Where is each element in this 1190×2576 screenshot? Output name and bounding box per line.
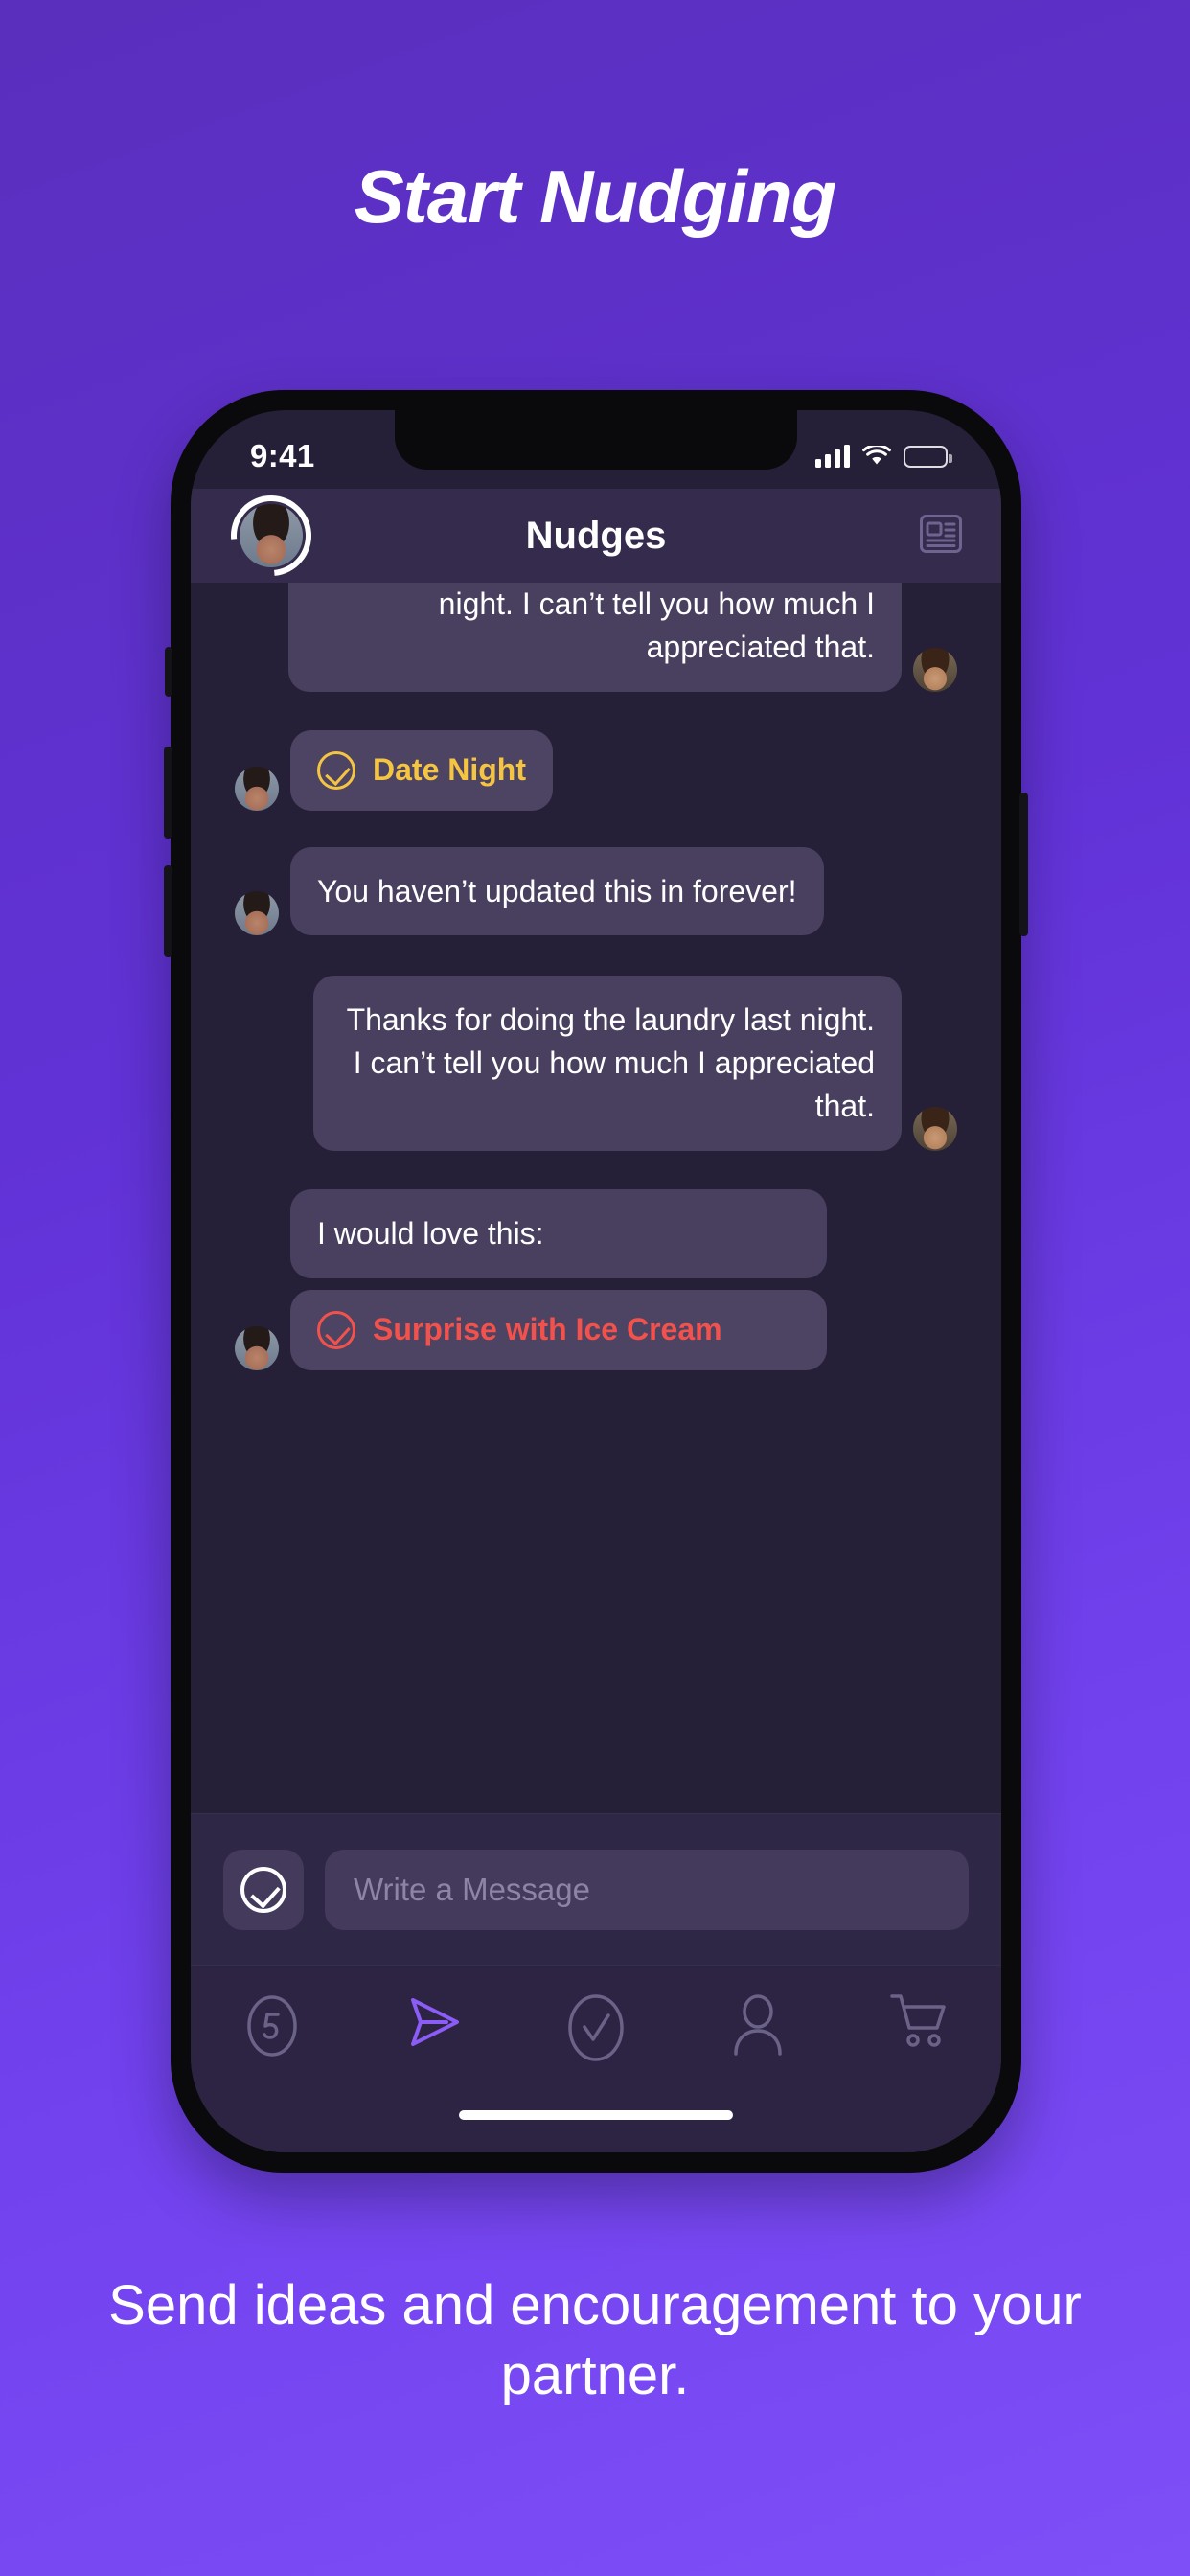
battery-full-icon (904, 445, 952, 468)
tab-nudges[interactable] (538, 1990, 653, 2065)
tab-store[interactable] (862, 1990, 977, 2052)
bottom-tab-bar (191, 1965, 1001, 2152)
page-title: Nudges (525, 514, 667, 557)
tab-profile[interactable] (700, 1990, 815, 2058)
message-input[interactable]: Write a Message (325, 1849, 969, 1930)
app-navbar: Nudges (191, 478, 1001, 593)
volume-down-button (164, 865, 172, 957)
cellular-bars-icon (815, 445, 850, 468)
status-bar: 9:41 (191, 410, 1001, 489)
check-circle-icon (240, 1866, 286, 1913)
add-nudge-button[interactable] (223, 1849, 304, 1930)
message-bubble[interactable]: You haven’t updated this in forever! (290, 846, 824, 936)
wifi-icon (862, 445, 891, 464)
table-row: You haven’t updated this in forever! (191, 846, 1001, 936)
message-bubble[interactable]: Thanks for doing the laundry last night.… (313, 976, 902, 1151)
status-icons (815, 445, 952, 468)
table-row: I would love this: (191, 1188, 1001, 1278)
table-row: night. I can’t tell you how much I appre… (191, 583, 1001, 692)
avatar (913, 647, 957, 692)
volume-up-button (164, 747, 172, 839)
tab-countdown[interactable] (215, 1990, 330, 2061)
nudge-bubble[interactable]: Surprise with Ice Cream (290, 1289, 827, 1370)
nudge-label: Date Night (373, 752, 526, 788)
phone-mockup: 9:41 Nudges night. I can’t tell you how … (164, 390, 1028, 2173)
silence-switch (165, 647, 172, 697)
avatar (235, 1325, 279, 1370)
message-bubble[interactable]: night. I can’t tell you how much I appre… (288, 583, 902, 692)
avatar-progress-ring (214, 478, 329, 593)
table-row: Surprise with Ice Cream (191, 1289, 1001, 1370)
table-row: Thanks for doing the laundry last night.… (191, 976, 1001, 1151)
message-input-placeholder: Write a Message (354, 1871, 590, 1907)
status-time: 9:41 (250, 438, 315, 473)
home-indicator (459, 2110, 733, 2120)
avatar[interactable] (214, 478, 329, 593)
avatar (235, 766, 279, 811)
table-row: Date Night (191, 729, 1001, 811)
message-composer: Write a Message (191, 1813, 1001, 1965)
phone-screen: 9:41 Nudges night. I can’t tell you how … (191, 410, 1001, 2152)
check-circle-icon (317, 750, 355, 790)
avatar (913, 1106, 957, 1151)
article-icon[interactable] (919, 514, 963, 559)
nudge-label: Surprise with Ice Cream (373, 1312, 722, 1347)
avatar (235, 891, 279, 936)
power-button (1019, 793, 1028, 936)
message-bubble[interactable]: I would love this: (290, 1188, 827, 1278)
check-circle-icon (317, 1310, 355, 1349)
page-headline: Start Nudging (354, 154, 837, 239)
tab-messages[interactable] (377, 1990, 492, 2054)
nudge-bubble[interactable]: Date Night (290, 729, 553, 811)
page-caption: Send ideas and encouragement to your par… (108, 2273, 1082, 2407)
